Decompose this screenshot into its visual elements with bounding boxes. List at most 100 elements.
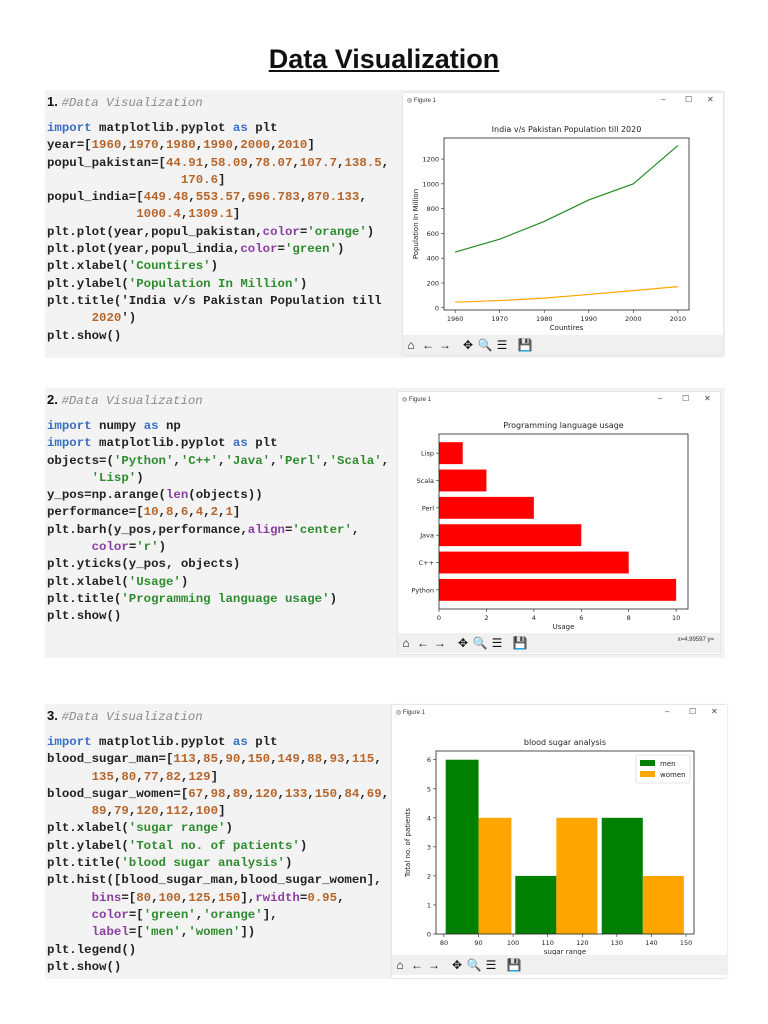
forward-arrow-icon[interactable]: → <box>426 957 442 973</box>
code-line: objects=('Python','C++','Java','Perl','S… <box>47 453 390 468</box>
pan-move-icon[interactable]: ✥ <box>455 635 471 651</box>
legend: men women <box>635 754 691 784</box>
legend-label: women <box>660 771 686 779</box>
x-tick-label: 1990 <box>580 315 597 323</box>
code-comment: #Data Visualization <box>61 710 203 724</box>
y-tick-label: 4 <box>427 814 431 822</box>
home-icon[interactable]: ⌂ <box>392 957 408 973</box>
back-arrow-icon[interactable]: ← <box>415 635 431 651</box>
code-line: 2020') <box>91 311 137 326</box>
code-line: color='r') <box>91 540 166 555</box>
plot-frame <box>443 137 690 311</box>
code-line: plt.show() <box>47 959 122 974</box>
hist-bar-men <box>445 759 479 934</box>
zoom-magnifier-icon[interactable]: 🔍 <box>477 337 493 353</box>
code-line: import numpy as np <box>47 419 181 433</box>
x-tick-label: 130 <box>611 939 623 947</box>
y-tick-label: 600 <box>427 230 439 238</box>
save-floppy-icon[interactable]: 💾 <box>506 957 522 973</box>
figure-window-histogram: ◎ Figure 1– ☐ ✕ blood sugar analysis sugar r… <box>392 705 727 978</box>
code-line: plt.plot(year,popul_india,color='green') <box>47 242 345 257</box>
section-heading: 2. #Data Visualization <box>47 392 203 408</box>
code-line: plt.show() <box>47 609 122 624</box>
bar-java <box>439 524 582 547</box>
x-tick-label: 1960 <box>447 315 464 323</box>
forward-arrow-icon[interactable]: → <box>432 635 448 651</box>
hist-bar-men <box>601 817 643 934</box>
home-icon[interactable]: ⌂ <box>403 337 419 353</box>
y-tick-label: 5 <box>427 785 431 793</box>
code-line: import matplotlib.pyplot as plt <box>47 121 278 135</box>
bar-perl <box>439 496 534 519</box>
y-tick-label: 1000 <box>422 180 439 188</box>
series-line-india <box>454 145 679 253</box>
document-page: Data Visualization 1. #Data Visualizatio… <box>0 0 768 1024</box>
code-line: popul_india=[449.48,553.57,696.783,870.1… <box>47 190 367 205</box>
code-line: y_pos=np.arange(len(objects)) <box>47 488 263 503</box>
code-comment: #Data Visualization <box>61 96 203 110</box>
code-block: import matplotlib.pyplot as plt year=[196… <box>47 120 389 345</box>
zoom-magnifier-icon[interactable]: 🔍 <box>466 957 482 973</box>
code-line: popul_pakistan=[44.91,58.09,78.07,107.7,… <box>47 155 390 170</box>
save-floppy-icon[interactable]: 💾 <box>517 337 533 353</box>
code-line: plt.xlabel('Usage') <box>47 574 189 589</box>
y-axis-label: Total no. of patients <box>404 808 412 879</box>
hist-bar-women <box>556 817 598 934</box>
back-arrow-icon[interactable]: ← <box>409 957 425 973</box>
forward-arrow-icon[interactable]: → <box>437 337 453 353</box>
code-line: plt.xlabel('sugar range') <box>47 821 233 836</box>
chart-canvas: Programming language usage Usage 0 2 4 6 8 10 Py… <box>411 421 689 631</box>
zoom-magnifier-icon[interactable]: 🔍 <box>472 635 488 651</box>
code-line: color=['green','orange'], <box>91 907 278 922</box>
y-axis-label: Population In Million <box>412 189 420 259</box>
y-tick-label: Lisp <box>421 450 434 458</box>
x-tick-label: 4 <box>532 614 536 622</box>
code-line: import matplotlib.pyplot as plt <box>47 735 278 749</box>
configure-subplots-icon[interactable]: ☰ <box>483 957 499 973</box>
x-tick-label: 150 <box>680 939 692 947</box>
code-line: label=['men','women']) <box>91 925 256 940</box>
save-floppy-icon[interactable]: 💾 <box>512 635 528 651</box>
code-block: import numpy as np import matplotlib.pypl… <box>47 418 389 626</box>
code-line: plt.title('India v/s Pakistan Population… <box>47 293 382 308</box>
bar-python <box>439 578 677 601</box>
legend-swatch <box>640 760 655 766</box>
code-line: blood_sugar_man=[113,85,90,150,149,88,93… <box>47 752 382 767</box>
x-tick-label: 1970 <box>491 315 508 323</box>
figure-window-bar-chart: ◎ Figure 1– ☐ ✕ Programming language usage U… <box>398 392 720 654</box>
y-tick-label: 800 <box>427 205 439 213</box>
y-tick-label: 200 <box>427 279 439 287</box>
hist-bar-men <box>515 875 557 934</box>
page-title: Data Visualization <box>268 44 500 74</box>
y-tick-label: 400 <box>427 255 439 263</box>
y-tick-label: C++ <box>419 559 434 567</box>
home-icon[interactable]: ⌂ <box>398 635 414 651</box>
pan-move-icon[interactable]: ✥ <box>449 957 465 973</box>
back-arrow-icon[interactable]: ← <box>420 337 436 353</box>
code-line: plt.show() <box>47 328 122 343</box>
bar-lisp <box>439 442 463 465</box>
chart-title: Programming language usage <box>503 421 623 430</box>
y-tick-label: 3 <box>427 843 431 851</box>
x-tick-label: 110 <box>541 939 553 947</box>
y-tick-label: 0 <box>435 304 439 312</box>
chart-canvas: blood sugar analysis sugar range Total no.… <box>404 738 695 955</box>
configure-subplots-icon[interactable]: ☰ <box>489 635 505 651</box>
code-line: 1000.4,1309.1] <box>136 207 241 222</box>
x-axis-label: Usage <box>553 623 575 631</box>
code-line: year=[1960,1970,1980,1990,2000,2010] <box>47 138 315 153</box>
configure-subplots-icon[interactable]: ☰ <box>494 337 510 353</box>
hist-bar-women <box>642 875 684 934</box>
cursor-coordinates: x=4.99597 y= <box>677 637 714 643</box>
pan-move-icon[interactable]: ✥ <box>460 337 476 353</box>
x-tick-label: 2010 <box>670 315 687 323</box>
y-tick-label: Perl <box>422 504 434 512</box>
code-line: plt.legend() <box>47 942 137 957</box>
section-number: 2. <box>47 392 62 407</box>
chart-title: blood sugar analysis <box>524 738 606 747</box>
section-number: 1. <box>47 94 62 109</box>
x-tick-label: 140 <box>645 939 657 947</box>
section-heading: 3. #Data Visualization <box>47 708 203 724</box>
bar-c++ <box>439 551 629 574</box>
code-line: import matplotlib.pyplot as plt <box>47 436 278 451</box>
